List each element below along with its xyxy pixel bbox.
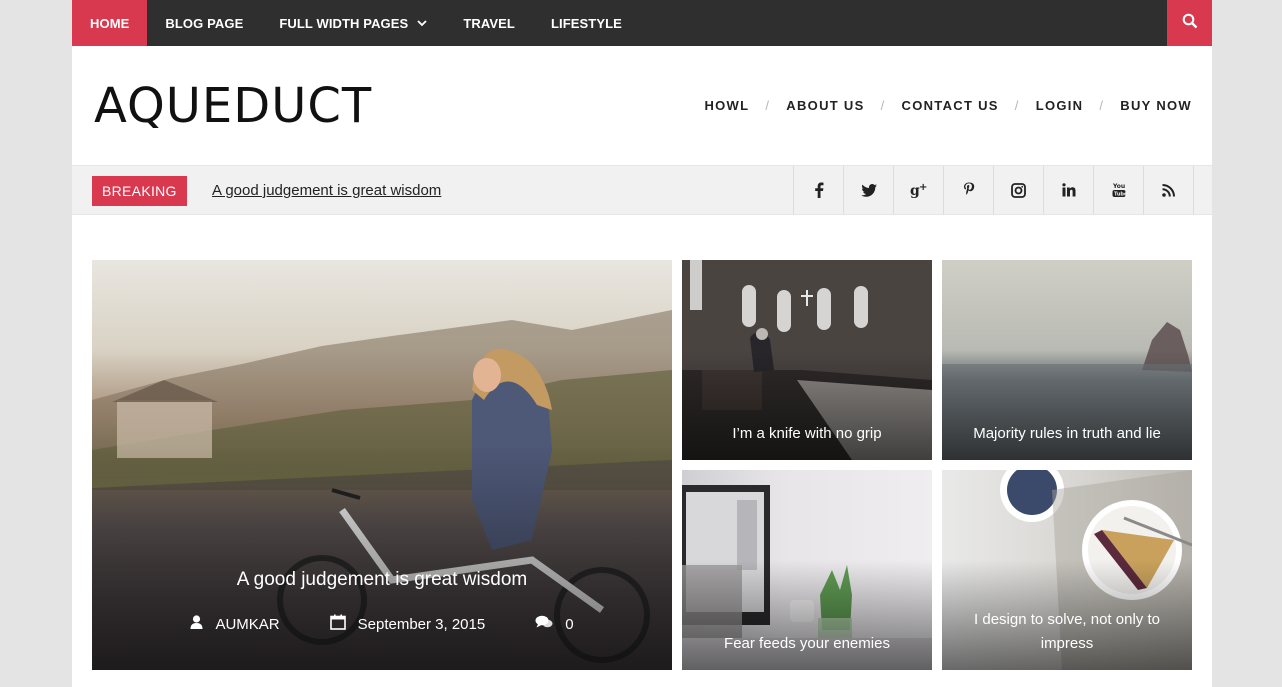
- top-nav: HOME BLOG PAGE FULL WIDTH PAGES TRAVEL L…: [72, 0, 1212, 46]
- comment-count[interactable]: 0: [565, 616, 573, 633]
- pinterest-icon[interactable]: [944, 166, 994, 214]
- breaking-news-bar: BREAKING A good judgement is great wisdo…: [72, 165, 1212, 215]
- facebook-icon[interactable]: [794, 166, 844, 214]
- search-button[interactable]: [1167, 0, 1212, 46]
- post-title[interactable]: I design to solve, not only to impress: [942, 608, 1192, 656]
- secondary-nav-about-us[interactable]: ABOUT US: [786, 98, 864, 113]
- nav-item-home[interactable]: HOME: [72, 0, 148, 46]
- nav-item-lifestyle[interactable]: LIFESTYLE: [533, 0, 640, 46]
- image-overlay: [92, 444, 672, 670]
- secondary-nav-login[interactable]: LOGIN: [1036, 98, 1084, 113]
- featured-post-meta: AUMKAR September 3, 2015 0: [92, 614, 672, 634]
- nav-separator: /: [765, 98, 771, 113]
- post-tile[interactable]: I’m a knife with no grip: [682, 260, 932, 460]
- author-name[interactable]: AUMKAR: [215, 616, 279, 633]
- svg-text:You: You: [1112, 183, 1125, 190]
- featured-post-tile[interactable]: A good judgement is great wisdom AUMKAR …: [92, 260, 672, 670]
- google-plus-icon[interactable]: g +: [894, 166, 944, 214]
- secondary-nav: HOWL / ABOUT US / CONTACT US / LOGIN / B…: [704, 98, 1192, 113]
- post-tile[interactable]: I design to solve, not only to impress: [942, 470, 1192, 670]
- post-title[interactable]: Majority rules in truth and lie: [942, 422, 1192, 446]
- comments-icon: [535, 615, 553, 633]
- nav-item-label: TRAVEL: [463, 15, 515, 31]
- nav-item-label: LIFESTYLE: [550, 15, 622, 31]
- chevron-down-icon: [417, 19, 427, 27]
- featured-post-title[interactable]: A good judgement is great wisdom: [92, 568, 672, 592]
- youtube-icon[interactable]: You Tube: [1094, 166, 1144, 214]
- post-tile[interactable]: Fear feeds your enemies: [682, 470, 932, 670]
- nav-separator: /: [880, 98, 886, 113]
- rss-icon[interactable]: [1144, 166, 1194, 214]
- nav-item-travel[interactable]: TRAVEL: [445, 0, 533, 46]
- nav-separator: /: [1099, 98, 1105, 113]
- secondary-nav-buy-now[interactable]: BUY NOW: [1120, 98, 1192, 113]
- site-logo[interactable]: AQUEDUCT: [94, 78, 372, 134]
- date-meta: September 3, 2015: [329, 614, 486, 634]
- nav-item-label: FULL WIDTH PAGES: [279, 15, 409, 31]
- post-date: September 3, 2015: [357, 615, 486, 633]
- calendar-icon: [329, 614, 346, 634]
- user-icon: [190, 615, 203, 633]
- secondary-nav-howl[interactable]: HOWL: [704, 98, 749, 113]
- author-meta: AUMKAR: [190, 614, 280, 634]
- nav-item-label: BLOG PAGE: [165, 15, 244, 31]
- nav-separator: /: [1014, 98, 1020, 113]
- post-tile[interactable]: Majority rules in truth and lie: [942, 260, 1192, 460]
- instagram-icon[interactable]: [994, 166, 1044, 214]
- nav-item-full-width-pages[interactable]: FULL WIDTH PAGES: [261, 0, 445, 46]
- svg-text:Tube: Tube: [1114, 192, 1126, 198]
- post-title[interactable]: Fear feeds your enemies: [682, 632, 932, 656]
- svg-text:+: +: [919, 182, 927, 193]
- nav-item-blog-page[interactable]: BLOG PAGE: [147, 0, 261, 46]
- twitter-icon[interactable]: [844, 166, 894, 214]
- breaking-badge: BREAKING: [92, 176, 187, 206]
- linkedin-icon[interactable]: [1044, 166, 1094, 214]
- post-title[interactable]: I’m a knife with no grip: [682, 422, 932, 446]
- search-icon: [1182, 13, 1198, 34]
- nav-item-label: HOME: [90, 15, 130, 31]
- breaking-headline-link[interactable]: A good judgement is great wisdom: [212, 182, 441, 199]
- social-links: g + You Tube: [793, 166, 1194, 214]
- secondary-nav-contact-us[interactable]: CONTACT US: [902, 98, 999, 113]
- page-container: HOME BLOG PAGE FULL WIDTH PAGES TRAVEL L…: [72, 0, 1212, 687]
- comments-meta: 0: [535, 614, 574, 634]
